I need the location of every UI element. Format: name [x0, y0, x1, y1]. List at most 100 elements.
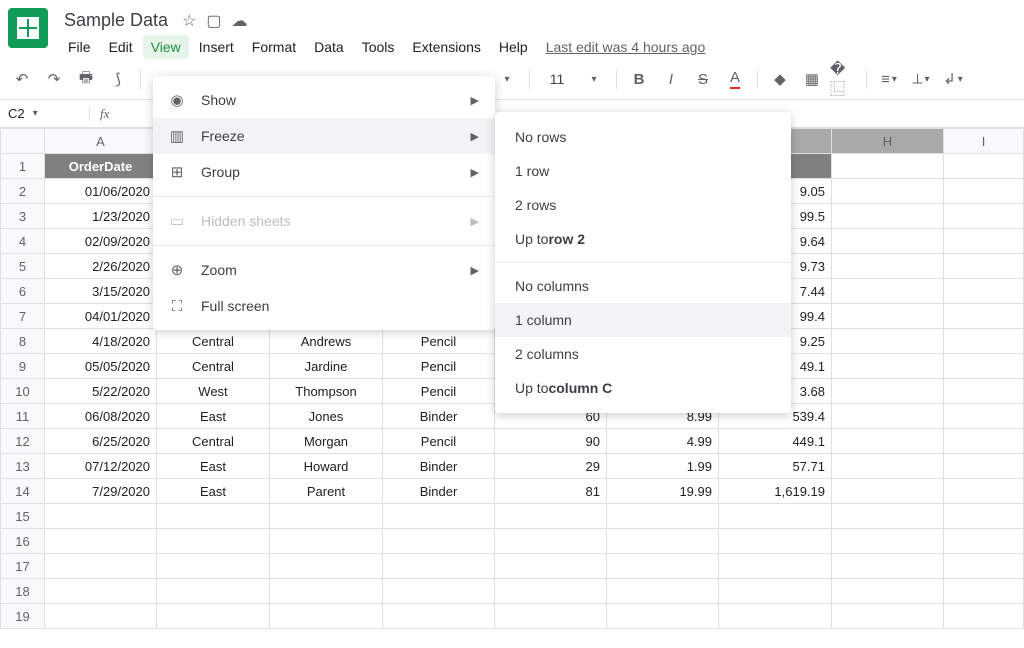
- cell[interactable]: [607, 604, 719, 629]
- row-header[interactable]: 17: [1, 554, 45, 579]
- cell[interactable]: [944, 479, 1024, 504]
- cell[interactable]: [944, 504, 1024, 529]
- cell[interactable]: Central: [157, 354, 270, 379]
- cell[interactable]: 29: [495, 454, 607, 479]
- cloud-icon[interactable]: ☁: [232, 11, 248, 31]
- bold-button[interactable]: B: [625, 65, 653, 93]
- view-freeze[interactable]: ▥ Freeze ▶: [153, 118, 495, 154]
- cell[interactable]: [832, 454, 944, 479]
- cell[interactable]: [832, 579, 944, 604]
- text-color-button[interactable]: A: [721, 65, 749, 93]
- star-icon[interactable]: ☆: [182, 11, 196, 31]
- cell[interactable]: [270, 529, 383, 554]
- cell[interactable]: [383, 554, 495, 579]
- cell[interactable]: 5/22/2020: [45, 379, 157, 404]
- cell[interactable]: 57.71: [719, 454, 832, 479]
- cell[interactable]: 2/26/2020: [45, 254, 157, 279]
- cell[interactable]: [832, 554, 944, 579]
- dropdown-icon[interactable]: ▾: [493, 65, 521, 93]
- cell[interactable]: East: [157, 454, 270, 479]
- row-header[interactable]: 6: [1, 279, 45, 304]
- view-show[interactable]: ◉ Show ▶: [153, 82, 495, 118]
- cell[interactable]: Andrews: [270, 329, 383, 354]
- cell[interactable]: [944, 279, 1024, 304]
- name-box[interactable]: C2 ▾: [0, 106, 90, 121]
- cell[interactable]: [832, 179, 944, 204]
- freeze-2-columns[interactable]: 2 columns: [495, 337, 791, 371]
- cell[interactable]: East: [157, 479, 270, 504]
- cell[interactable]: [832, 429, 944, 454]
- menu-help[interactable]: Help: [491, 35, 536, 59]
- cell[interactable]: [607, 554, 719, 579]
- cell[interactable]: [832, 329, 944, 354]
- freeze-upto-column[interactable]: Up to column C: [495, 371, 791, 405]
- row-header[interactable]: 5: [1, 254, 45, 279]
- cell[interactable]: [832, 404, 944, 429]
- cell[interactable]: [495, 504, 607, 529]
- italic-button[interactable]: I: [657, 65, 685, 93]
- cell[interactable]: [607, 579, 719, 604]
- cell[interactable]: [944, 354, 1024, 379]
- cell[interactable]: 90: [495, 429, 607, 454]
- move-icon[interactable]: ▢: [206, 11, 221, 31]
- cell[interactable]: [944, 529, 1024, 554]
- cell[interactable]: [383, 504, 495, 529]
- fill-color-button[interactable]: ◆: [766, 65, 794, 93]
- cell[interactable]: [45, 504, 157, 529]
- row-header[interactable]: 16: [1, 529, 45, 554]
- cell[interactable]: [157, 579, 270, 604]
- cell[interactable]: [495, 579, 607, 604]
- font-size-value[interactable]: 11: [538, 71, 576, 87]
- cell[interactable]: [607, 529, 719, 554]
- cell[interactable]: Central: [157, 329, 270, 354]
- freeze-1-column[interactable]: 1 column: [495, 303, 791, 337]
- cell[interactable]: Morgan: [270, 429, 383, 454]
- cell[interactable]: 06/08/2020: [45, 404, 157, 429]
- cell[interactable]: Binder: [383, 479, 495, 504]
- freeze-1-row[interactable]: 1 row: [495, 154, 791, 188]
- h-align-button[interactable]: ≡▾: [875, 65, 903, 93]
- last-edit-link[interactable]: Last edit was 4 hours ago: [538, 35, 714, 59]
- column-header-A[interactable]: A: [45, 129, 157, 154]
- borders-button[interactable]: ▦: [798, 65, 826, 93]
- cell[interactable]: [944, 329, 1024, 354]
- cell[interactable]: [495, 554, 607, 579]
- cell[interactable]: [719, 604, 832, 629]
- cell[interactable]: Jardine: [270, 354, 383, 379]
- cell[interactable]: [944, 454, 1024, 479]
- cell[interactable]: [157, 604, 270, 629]
- cell[interactable]: [832, 154, 944, 179]
- view-group[interactable]: ⊞ Group ▶: [153, 154, 495, 190]
- cell[interactable]: [944, 304, 1024, 329]
- cell[interactable]: [157, 504, 270, 529]
- freeze-no-rows[interactable]: No rows: [495, 120, 791, 154]
- cell[interactable]: [719, 579, 832, 604]
- cell[interactable]: [45, 529, 157, 554]
- menu-insert[interactable]: Insert: [191, 35, 242, 59]
- cell[interactable]: [832, 379, 944, 404]
- row-header[interactable]: 8: [1, 329, 45, 354]
- row-header[interactable]: 15: [1, 504, 45, 529]
- menu-edit[interactable]: Edit: [101, 35, 141, 59]
- view-zoom[interactable]: ⊕ Zoom ▶: [153, 252, 495, 288]
- cell[interactable]: [270, 579, 383, 604]
- cell[interactable]: Pencil: [383, 354, 495, 379]
- redo-button[interactable]: ↷: [40, 65, 68, 93]
- cell[interactable]: [270, 604, 383, 629]
- cell[interactable]: [832, 204, 944, 229]
- cell[interactable]: Howard: [270, 454, 383, 479]
- row-header[interactable]: 11: [1, 404, 45, 429]
- cell[interactable]: [944, 554, 1024, 579]
- cell[interactable]: [944, 179, 1024, 204]
- cell[interactable]: Binder: [383, 404, 495, 429]
- cell[interactable]: Thompson: [270, 379, 383, 404]
- cell[interactable]: [944, 604, 1024, 629]
- row-header[interactable]: 9: [1, 354, 45, 379]
- cell[interactable]: [832, 479, 944, 504]
- cell[interactable]: [832, 604, 944, 629]
- cell[interactable]: 1.99: [607, 454, 719, 479]
- cell[interactable]: [944, 229, 1024, 254]
- row-header[interactable]: 3: [1, 204, 45, 229]
- cell[interactable]: [944, 154, 1024, 179]
- cell[interactable]: [270, 504, 383, 529]
